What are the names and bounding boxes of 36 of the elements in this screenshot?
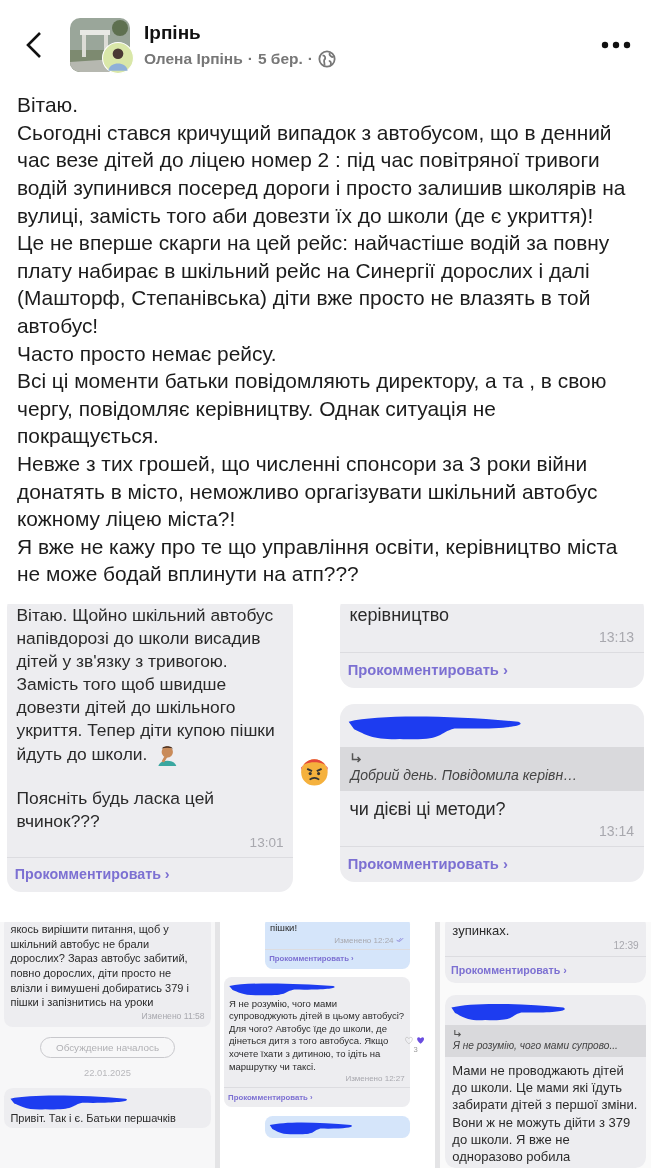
message-text: керівництво bbox=[348, 603, 451, 627]
message-time: 12:39 bbox=[613, 940, 639, 952]
separator-dot: · bbox=[307, 49, 313, 68]
message-text: зупинках. bbox=[451, 922, 511, 940]
post-date[interactable]: 5 бер. bbox=[257, 49, 303, 68]
message-text: Я не розумію, чого мами супроводжують дітей в цьому автобусі? Для чого? Автобус їде до школи, де дінеться дитя з того автобуса. Якщо хочете їхати з дитиною, то ідіть на маршрутку чи таксі. bbox=[228, 997, 406, 1074]
quoted-message: Добрий день. Повідомила керівн… bbox=[350, 767, 579, 784]
message-text: чи дієві ці методи? bbox=[348, 797, 507, 821]
group-name[interactable]: Ірпінь bbox=[144, 21, 601, 44]
quoted-message: Я не розумію, чого мами супрово... bbox=[453, 1040, 619, 1052]
comment-link[interactable]: Прокомментировать › bbox=[339, 846, 644, 879]
message-time: 13:01 bbox=[249, 834, 284, 850]
message-text: пішки! bbox=[269, 922, 299, 935]
message-time: 13:14 bbox=[598, 823, 634, 839]
message-text: Мами не проводжають дітей до школи. Це мами які їдуть забирати дітей з першої зміни. Вони ж не можуть дійти з 379 до школи. Я вже не одноразово робила bbox=[451, 1061, 639, 1166]
reply-arrow-icon bbox=[453, 1029, 463, 1039]
message-text: Поясніть будь ласка цей вчинок??? bbox=[15, 787, 216, 834]
comment-link[interactable]: Прокомментировать › bbox=[339, 652, 644, 685]
avatar bbox=[102, 41, 134, 74]
more-options-icon[interactable] bbox=[601, 40, 631, 49]
reply-arrow-icon bbox=[350, 752, 363, 765]
message-text: якось вирішити питання, щоб у шкільний автобус не брали дорослих? Зараз автобус забитий, повно дорослих, діти просто не влізли і вимушені добиратись 379 і пішки і запізнитись на уроки bbox=[9, 922, 190, 1010]
author-name[interactable]: Олена Ірпінь bbox=[144, 49, 243, 68]
message-text: Привіт. Так і є. Батьки першачків bbox=[9, 1111, 177, 1126]
message-text: Вітаю. Щойно шкільний автобус напівдорозі до школи висадив дітей у зв'язку з тривогою. Замість того щоб швидше довезти дітей до шкільного укриття. Тепер діти купою пішки йдуть до школи. bbox=[6, 603, 294, 767]
message-time: Изменено 12:24 bbox=[334, 935, 394, 945]
separator-dot: · bbox=[247, 49, 253, 68]
post-text: Вітаю. Сьогодні стався кричущий випадок з автобусом, що в денний час везе дітей до ліцею номер 2 : під час повітряної тривоги водій зупинився посеред дороги і просто залишив школярів на вулиці, замість того аби довезти їх до школи (де є укриття)! Це не вперше скарги на цей рейс: найчастіше водій за повну плату набирає в шкільний рейс на Синергії дорослих і далі (Машторф, Степанівська) діти вже просто не влазять в той автобус! Часто просто немає рейсу. Всі ці моменти батьки повідомляють директору, а та , в свою чергу, повідомляє керівництву. Однак ситуація не покращується. Невже з тих грошей, що численні спонсори за 3 роки війни донатять в місто, неможливо оргагізувати шкільний автобус кожному ліцею міста?! Я вже не кажу про те що управління освіти, керівництво міста не може бодай вплинути на атп??? bbox=[16, 92, 627, 588]
message-time: Изменено 12:27 bbox=[345, 1074, 405, 1084]
date-label: 22.01.2025 bbox=[84, 1067, 131, 1078]
comment-link[interactable]: Прокомментировать › bbox=[6, 856, 294, 889]
message-time: Изменено 11:58 bbox=[141, 1010, 205, 1021]
globe-icon bbox=[318, 49, 336, 68]
back-icon[interactable] bbox=[24, 29, 44, 60]
message-time: 13:13 bbox=[598, 629, 634, 646]
comment-link[interactable]: Прокомментировать › bbox=[445, 956, 646, 981]
